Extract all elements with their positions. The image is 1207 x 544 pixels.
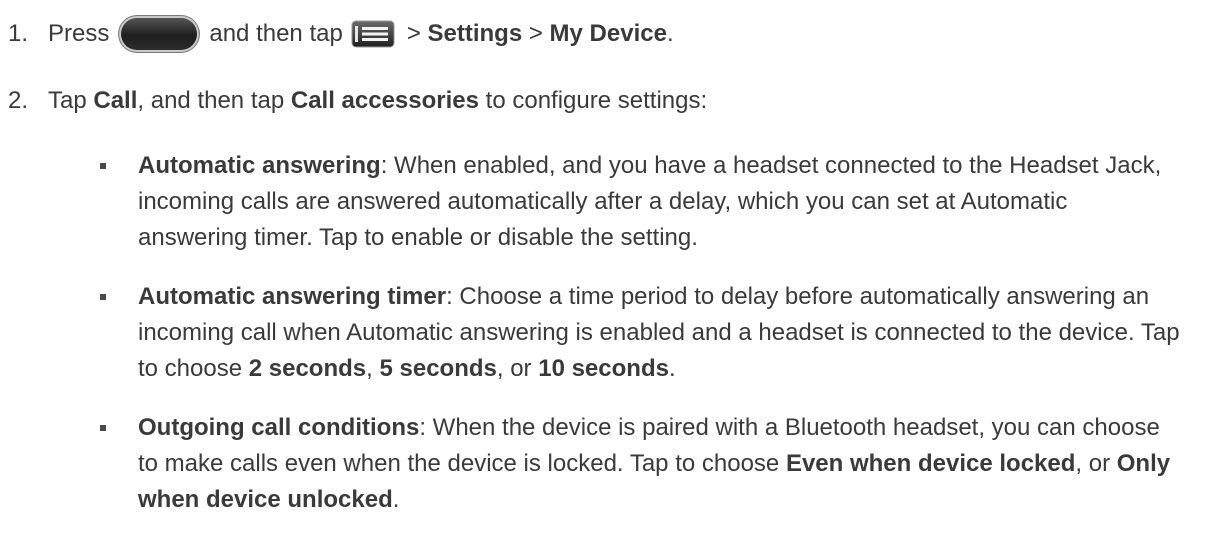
- option-label: Even when device locked: [785, 450, 1076, 477]
- instruction-page: 1. Press and then tap > Settings > My De…: [0, 0, 1207, 544]
- separator-text: , or: [1075, 450, 1117, 477]
- step-text: and then tap: [209, 20, 343, 47]
- step-text: to configure settings:: [485, 87, 708, 114]
- separator-text: .: [668, 355, 676, 382]
- list-item-text: Automatic answering timer: Choose a time…: [138, 279, 1180, 387]
- bullet-icon: [100, 163, 106, 169]
- setting-title: Automatic answering: [138, 152, 381, 179]
- list-item: Automatic answering: When enabled, and y…: [100, 148, 1180, 256]
- separator-text: .: [392, 486, 400, 513]
- list-item: Outgoing call conditions: When the devic…: [100, 410, 1180, 518]
- setting-title: Automatic answering timer: [138, 283, 447, 310]
- list-item-text: Outgoing call conditions: When the devic…: [138, 410, 1180, 518]
- list-item-text: Automatic answering: When enabled, and y…: [138, 148, 1180, 256]
- settings-list: Automatic answering: When enabled, and y…: [100, 148, 1180, 541]
- menu-path-call: Call: [93, 87, 138, 114]
- home-key-icon: [119, 16, 200, 52]
- option-label: 10 seconds: [538, 355, 669, 382]
- step-2: 2. Tap Call, and then tap Call accessori…: [8, 83, 707, 119]
- option-label: 2 seconds: [248, 355, 367, 382]
- setting-title: Outgoing call conditions: [138, 414, 420, 441]
- step-text: >: [406, 20, 421, 47]
- step-number: 1.: [8, 20, 29, 47]
- menu-path-my-device: My Device: [549, 20, 667, 47]
- step-text: Tap: [48, 87, 87, 114]
- separator-text: , or: [496, 355, 539, 382]
- list-item: Automatic answering timer: Choose a time…: [100, 279, 1180, 387]
- step-text: >: [528, 20, 543, 47]
- separator-text: ,: [366, 355, 380, 382]
- option-label: 5 seconds: [379, 355, 497, 382]
- step-1: 1. Press and then tap > Settings > My De…: [8, 16, 674, 52]
- menu-path-call-accessories: Call accessories: [290, 87, 479, 114]
- menu-path-settings: Settings: [427, 20, 523, 47]
- step-text: Press: [48, 20, 110, 47]
- menu-key-icon: [351, 20, 395, 48]
- bullet-icon: [100, 425, 106, 431]
- bullet-icon: [100, 294, 106, 300]
- step-number: 2.: [8, 87, 29, 114]
- step-text: .: [666, 20, 674, 47]
- step-text: , and then tap: [137, 87, 285, 114]
